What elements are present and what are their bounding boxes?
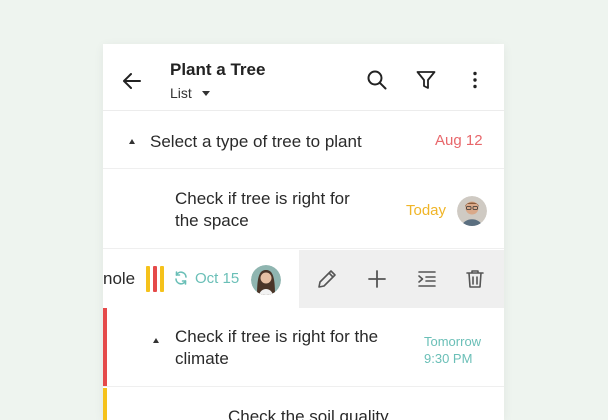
task-due-date: Today xyxy=(406,202,447,219)
divider xyxy=(103,248,504,249)
divider xyxy=(103,386,504,387)
task-title: nole xyxy=(103,269,136,288)
due-day: Tomorrow xyxy=(424,334,482,349)
task-row[interactable]: Check the soil quality xyxy=(103,388,504,420)
priority-bar xyxy=(160,266,164,292)
caret-down-icon xyxy=(201,90,210,96)
filter-icon[interactable] xyxy=(414,68,438,92)
app-screen: Plant a Tree List Select a type of tree … xyxy=(103,44,504,420)
task-row-swiped[interactable]: nole Oct 15 xyxy=(103,250,504,309)
repeat-icon xyxy=(175,271,187,285)
avatar[interactable] xyxy=(251,265,281,295)
task-row[interactable]: Select a type of tree to plant Aug 12 xyxy=(103,111,504,169)
task-title: Check if tree is right for the space xyxy=(175,188,350,232)
task-title: Check if tree is right for the climate xyxy=(175,326,378,370)
task-row[interactable]: Check if tree is right for the climate T… xyxy=(103,308,504,387)
app-bar: Plant a Tree List xyxy=(103,44,504,111)
arrow-left-icon[interactable] xyxy=(120,69,144,93)
priority-edge xyxy=(103,388,107,420)
swipe-action-bar xyxy=(299,250,504,309)
divider xyxy=(103,168,504,169)
view-label: List xyxy=(170,85,192,101)
view-selector[interactable]: List xyxy=(170,85,210,101)
priority-edge xyxy=(103,308,107,387)
collapse-triangle-icon[interactable] xyxy=(153,338,159,343)
task-due-date: Oct 15 xyxy=(195,270,240,287)
task-title-line: the space xyxy=(175,211,249,230)
task-title: Check the soil quality xyxy=(228,407,389,420)
page-title: Plant a Tree xyxy=(170,60,266,79)
task-row[interactable]: Check if tree is right for the space Tod… xyxy=(103,170,504,249)
plus-icon[interactable] xyxy=(365,267,389,291)
indent-icon[interactable] xyxy=(415,267,439,291)
priority-bar xyxy=(153,266,157,292)
due-time: 9:30 PM xyxy=(424,351,473,366)
avatar[interactable] xyxy=(457,196,487,226)
task-title: Select a type of tree to plant xyxy=(150,132,362,151)
collapse-triangle-icon[interactable] xyxy=(129,139,135,144)
task-title-line: Check if tree is right for the xyxy=(175,327,379,346)
task-due-date: Aug 12 xyxy=(435,132,483,149)
task-title-line: climate xyxy=(175,349,229,368)
search-icon[interactable] xyxy=(365,68,389,92)
task-title-line: Check if tree is right for xyxy=(175,189,350,208)
pencil-icon[interactable] xyxy=(315,267,339,291)
priority-bar xyxy=(146,266,150,292)
more-vert-icon[interactable] xyxy=(463,68,487,92)
task-due-date: Tomorrow 9:30 PM xyxy=(424,333,481,367)
trash-icon[interactable] xyxy=(463,267,487,291)
